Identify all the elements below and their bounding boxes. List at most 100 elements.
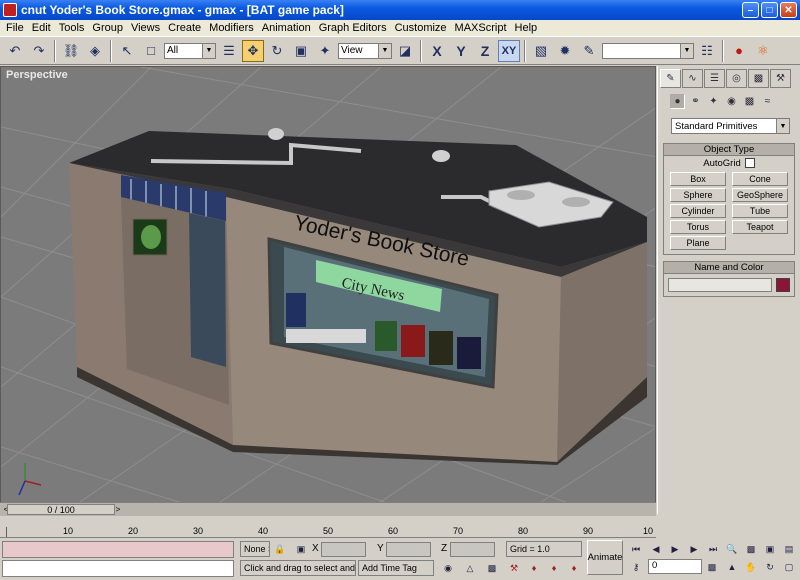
go-to-end-icon[interactable]: ⏭ bbox=[705, 542, 721, 556]
close-button[interactable]: ✕ bbox=[780, 2, 797, 18]
percent-snap-icon[interactable]: ▩ bbox=[484, 561, 500, 575]
tube-button[interactable]: Tube bbox=[732, 204, 788, 218]
key-filter-icon[interactable]: ♦ bbox=[566, 561, 582, 575]
menu-graph-editors[interactable]: Graph Editors bbox=[315, 22, 391, 34]
absolute-mode-icon[interactable]: ▣ bbox=[293, 542, 309, 556]
pivot-center-icon[interactable]: ◪ bbox=[394, 40, 416, 62]
menu-edit[interactable]: Edit bbox=[28, 22, 55, 34]
geometry-icon[interactable]: ● bbox=[670, 94, 685, 109]
shapes-icon[interactable]: ⚭ bbox=[688, 94, 703, 109]
move-icon[interactable]: ✥ bbox=[242, 39, 264, 62]
select-by-name-icon[interactable]: ☰ bbox=[218, 40, 240, 62]
zoom-all-icon[interactable]: ▩ bbox=[743, 542, 759, 556]
mirror-icon[interactable]: ▧ bbox=[530, 40, 552, 62]
box-button[interactable]: Box bbox=[670, 172, 726, 186]
menu-animation[interactable]: Animation bbox=[258, 22, 315, 34]
animate-button[interactable]: Animate bbox=[587, 540, 623, 575]
name-color-rollout-title[interactable]: Name and Color bbox=[664, 262, 794, 274]
helpers-icon[interactable]: ▩ bbox=[742, 94, 757, 109]
transform-icon[interactable]: ✦ bbox=[314, 40, 336, 62]
current-frame-field[interactable]: 0 bbox=[648, 559, 702, 574]
minimize-button[interactable]: – bbox=[742, 2, 759, 18]
pan-icon[interactable]: ✋ bbox=[743, 560, 759, 574]
geosphere-button[interactable]: GeoSphere bbox=[732, 188, 788, 202]
torus-button[interactable]: Torus bbox=[670, 220, 726, 234]
plane-button[interactable]: Plane bbox=[670, 236, 726, 250]
axis-xy-button[interactable]: XY bbox=[498, 39, 520, 62]
time-slider-thumb[interactable]: 0 / 100 bbox=[7, 504, 115, 515]
redo-icon[interactable]: ↷ bbox=[28, 40, 50, 62]
modify-tab-icon[interactable]: ∿ bbox=[682, 69, 703, 88]
axis-z-button[interactable]: Z bbox=[474, 40, 496, 62]
maxscript-listener-top[interactable] bbox=[2, 541, 234, 558]
set-key-icon[interactable]: ♦ bbox=[546, 561, 562, 575]
named-selection-dropdown[interactable]: ▼ bbox=[602, 42, 694, 59]
undo-icon[interactable]: ↶ bbox=[4, 40, 26, 62]
next-key-icon[interactable]: ▶ bbox=[686, 542, 702, 556]
reference-coord-dropdown[interactable]: View ▼ bbox=[338, 42, 392, 59]
lock-selection-icon[interactable]: 🔒 bbox=[272, 542, 288, 556]
arc-rotate-icon[interactable]: ↻ bbox=[762, 560, 778, 574]
selection-filter-dropdown[interactable]: All ▼ bbox=[164, 42, 216, 59]
select-arrow-icon[interactable]: ↖ bbox=[116, 40, 138, 62]
menu-views[interactable]: Views bbox=[127, 22, 164, 34]
go-to-start-icon[interactable]: ⏮ bbox=[628, 542, 644, 556]
cameras-icon[interactable]: ◉ bbox=[724, 94, 739, 109]
maximize-button[interactable]: □ bbox=[761, 2, 778, 18]
time-config-icon[interactable]: ▩ bbox=[704, 560, 720, 574]
primitive-type-dropdown[interactable]: Standard Primitives ▼ bbox=[671, 118, 790, 134]
perspective-viewport[interactable]: City News Yoder's Book Store Perspective bbox=[0, 66, 656, 514]
align-icon[interactable]: ✎ bbox=[578, 40, 600, 62]
play-icon[interactable]: ▶ bbox=[667, 542, 683, 556]
maximize-viewport-icon[interactable]: ▢ bbox=[781, 560, 797, 574]
menu-create[interactable]: Create bbox=[164, 22, 205, 34]
key-mode-icon[interactable]: ⚷ bbox=[628, 560, 644, 574]
angle-snap-icon[interactable]: △ bbox=[462, 561, 478, 575]
unlink-icon[interactable]: ◈ bbox=[84, 40, 106, 62]
sphere-button[interactable]: Sphere bbox=[670, 188, 726, 202]
array-icon[interactable]: ✹ bbox=[554, 40, 576, 62]
layers-icon[interactable]: ☷ bbox=[696, 40, 718, 62]
add-time-tag-button[interactable]: Add Time Tag bbox=[358, 560, 434, 576]
create-tab-icon[interactable]: ✎ bbox=[660, 69, 681, 88]
hierarchy-tab-icon[interactable]: ☰ bbox=[704, 69, 725, 88]
space-warps-icon[interactable]: ≈ bbox=[760, 94, 775, 109]
utilities-tab-icon[interactable]: ⚒ bbox=[770, 69, 791, 88]
cone-button[interactable]: Cone bbox=[732, 172, 788, 186]
menu-file[interactable]: File bbox=[2, 22, 28, 34]
viewport-label[interactable]: Perspective bbox=[6, 69, 68, 81]
z-coordinate-field[interactable] bbox=[450, 542, 495, 557]
region-select-icon[interactable]: □ bbox=[140, 40, 162, 62]
menu-group[interactable]: Group bbox=[88, 22, 127, 34]
zoom-extents-all-icon[interactable]: ▤ bbox=[781, 542, 797, 556]
cylinder-button[interactable]: Cylinder bbox=[670, 204, 726, 218]
keyframe-icon[interactable]: ♦ bbox=[526, 561, 542, 575]
axis-y-button[interactable]: Y bbox=[450, 40, 472, 62]
field-of-view-icon[interactable]: ▲ bbox=[724, 560, 740, 574]
object-type-rollout-title[interactable]: Object Type bbox=[664, 144, 794, 156]
render-icon[interactable]: ⚛ bbox=[752, 40, 774, 62]
spinner-snap-icon[interactable]: ⚒ bbox=[506, 561, 522, 575]
axis-x-button[interactable]: X bbox=[426, 40, 448, 62]
y-coordinate-field[interactable] bbox=[386, 542, 431, 557]
lights-icon[interactable]: ✦ bbox=[706, 94, 721, 109]
next-frame-icon[interactable]: > bbox=[112, 504, 124, 515]
x-coordinate-field[interactable] bbox=[321, 542, 366, 557]
autogrid-checkbox[interactable] bbox=[744, 158, 755, 168]
rotate-icon[interactable]: ↻ bbox=[266, 40, 288, 62]
menu-customize[interactable]: Customize bbox=[391, 22, 451, 34]
menu-modifiers[interactable]: Modifiers bbox=[205, 22, 258, 34]
maxscript-listener-bottom[interactable] bbox=[2, 560, 234, 577]
track-bar[interactable]: 10 20 30 40 50 60 70 80 90 10 bbox=[0, 516, 656, 538]
link-icon[interactable]: ⛓ bbox=[60, 40, 82, 62]
zoom-icon[interactable]: 🔍 bbox=[724, 542, 740, 556]
menu-help[interactable]: Help bbox=[511, 22, 542, 34]
display-tab-icon[interactable]: ▩ bbox=[748, 69, 769, 88]
previous-key-icon[interactable]: ◀ bbox=[648, 542, 664, 556]
time-slider[interactable]: < 0 / 100 > bbox=[0, 502, 656, 516]
material-editor-icon[interactable]: ● bbox=[728, 40, 750, 62]
object-name-field[interactable] bbox=[668, 278, 772, 292]
teapot-button[interactable]: Teapot bbox=[732, 220, 788, 234]
object-color-swatch[interactable] bbox=[776, 278, 790, 292]
menu-tools[interactable]: Tools bbox=[55, 22, 89, 34]
